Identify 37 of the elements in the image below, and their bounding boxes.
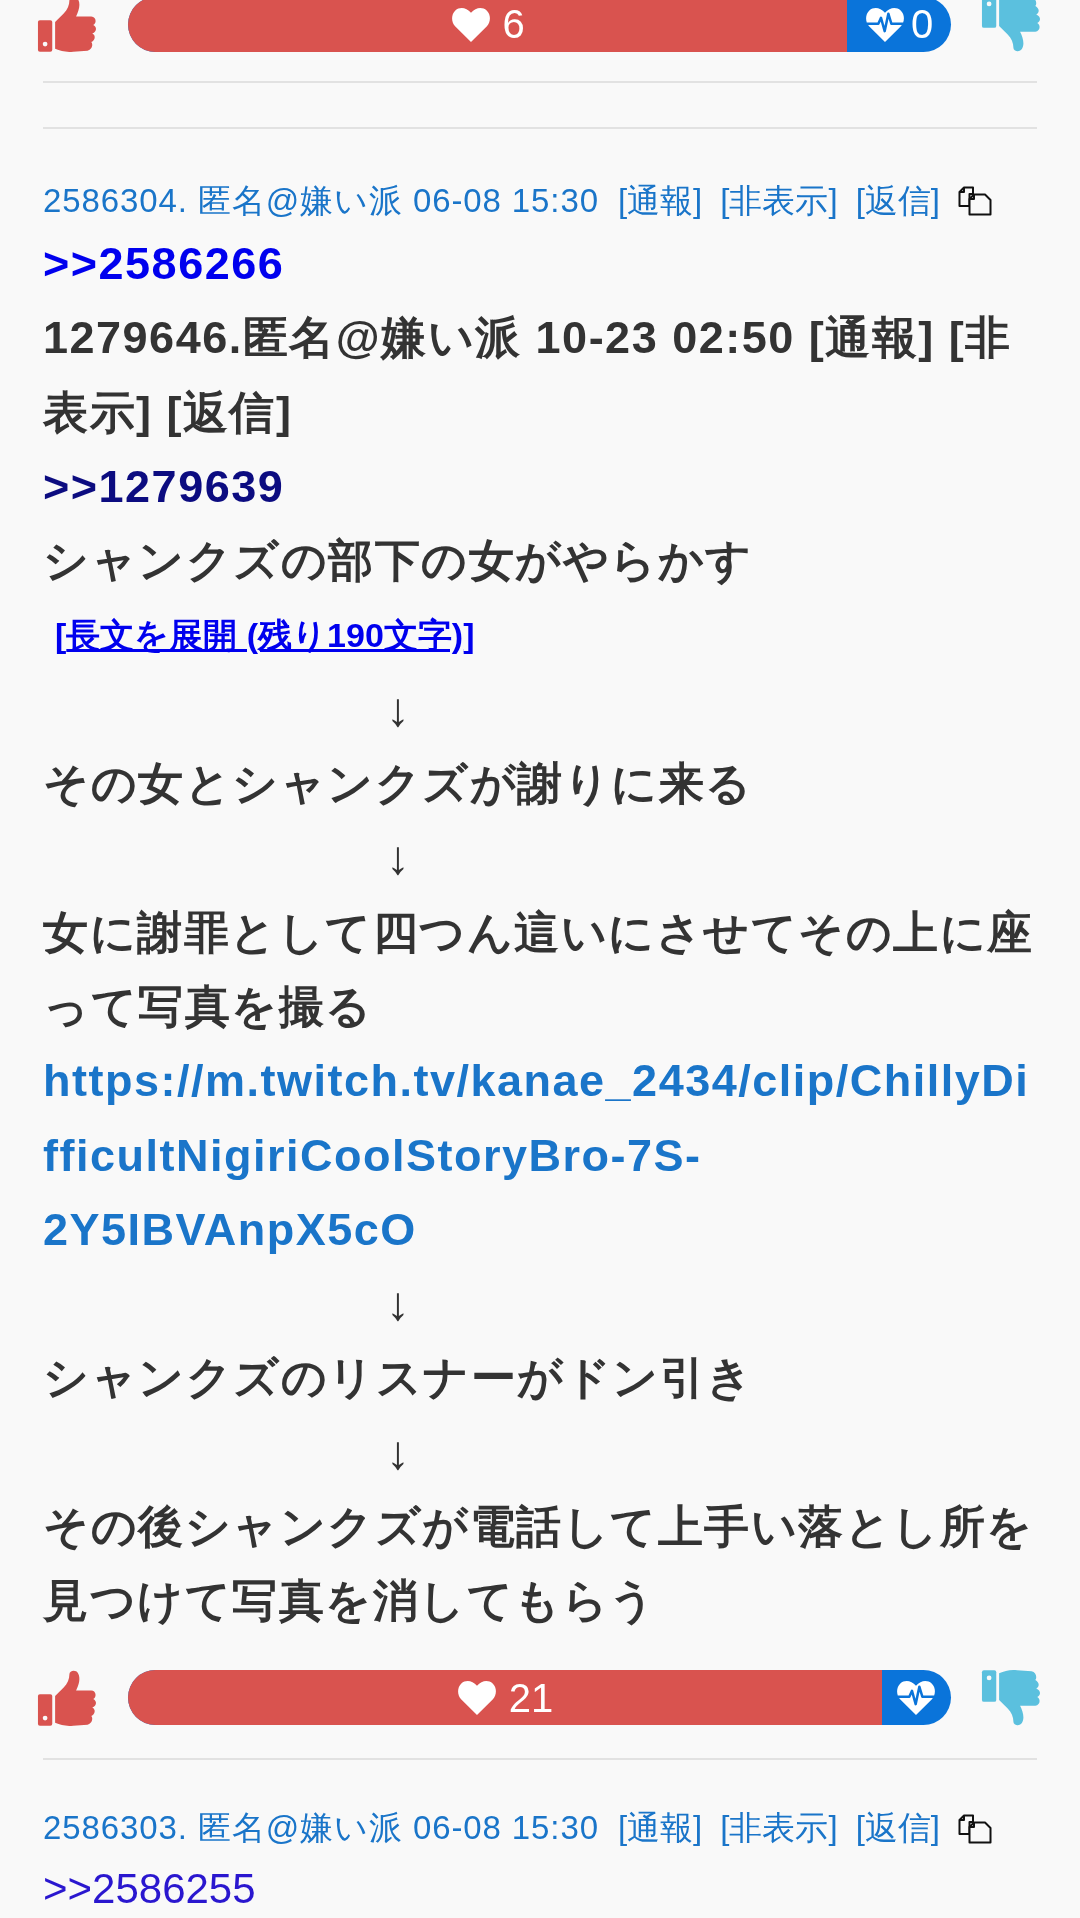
post-action-link[interactable]: [非表示]: [720, 1806, 838, 1852]
down-arrow: ↓: [386, 830, 410, 887]
thumbs-down-icon[interactable]: [981, 1668, 1042, 1727]
post-text: シャンクズの部下の女がやらかす: [43, 534, 753, 589]
dislike-count: 0: [911, 4, 934, 44]
post-text: その女とシャンクズが謝りに来る: [43, 757, 753, 812]
like-count: 21: [508, 1677, 554, 1718]
heartbeat-icon: [865, 5, 905, 43]
post-action-link[interactable]: [非表示]: [720, 178, 838, 224]
post-text: その後シャンクズが電話して上手い落とし所を見つけて写真を消してもらう: [43, 1500, 1035, 1629]
post-meta: 2586303. 匿名@嫌い派 06-08 15:30: [43, 1808, 599, 1849]
heart-icon: [450, 5, 491, 43]
heartbeat-icon: [896, 1679, 937, 1717]
down-arrow: ↓: [386, 1276, 410, 1333]
like-count: 6: [502, 4, 525, 44]
down-arrow: ↓: [386, 681, 410, 738]
thumbs-up-icon[interactable]: [37, 0, 98, 53]
down-arrow: ↓: [386, 1424, 410, 1481]
reply-anchor-link[interactable]: >>2586266: [43, 227, 285, 302]
post-action-link[interactable]: [通報]: [617, 178, 703, 224]
post-text: シャンクズのリスナーがドン引き: [43, 1351, 754, 1406]
heart-icon: [456, 1679, 497, 1717]
quoted-post-number: >>1279639: [43, 459, 285, 514]
expand-text: [長文を展開 (残り190文字)]: [54, 615, 475, 657]
expand-link[interactable]: 長文を展開 (残り190文字): [66, 616, 464, 655]
url-link[interactable]: https://m.twitch.tv/kanae_2434/clip/ChillyDifficultNigiriCoolStoryBro-7S-2Y5IBVAnpX5cO: [43, 1044, 1040, 1268]
copy-icon[interactable]: [957, 186, 992, 216]
post-text: 女に謝罪として四つん這いにさせてその上に座って写真を撮る: [43, 905, 1035, 1034]
post-action-link[interactable]: [通報]: [617, 1806, 703, 1852]
post-action-link[interactable]: [返信]: [855, 1806, 940, 1852]
post-meta: 2586304. 匿名@嫌い派 06-08 15:30: [43, 180, 599, 221]
thumbs-down-icon[interactable]: [981, 0, 1042, 53]
post-text: 1279646.匿名@嫌い派 10-23 02:50 [通報] [非表示] [返信]: [43, 311, 1013, 440]
copy-icon[interactable]: [957, 1813, 992, 1844]
reply-anchor-link[interactable]: >>2586255: [43, 1851, 256, 1918]
thumbs-up-icon[interactable]: [37, 1668, 98, 1727]
post-action-link[interactable]: [返信]: [855, 178, 940, 224]
